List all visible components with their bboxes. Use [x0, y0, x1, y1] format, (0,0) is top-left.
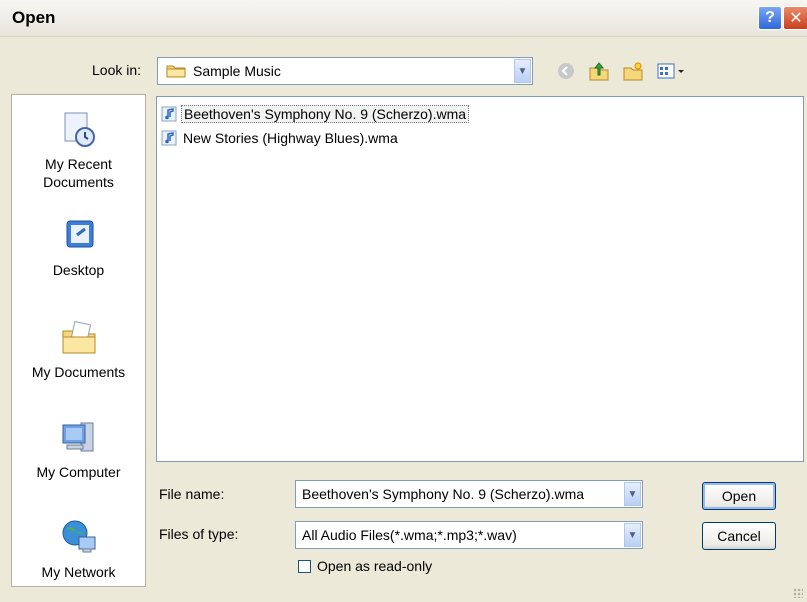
place-label: My Network — [41, 564, 116, 580]
close-button[interactable]: ✕ — [783, 6, 807, 30]
desktop-icon — [66, 220, 93, 248]
window-title: Open — [12, 8, 56, 27]
my-documents-icon — [62, 320, 95, 354]
place-label: My Computer — [36, 464, 121, 480]
up-folder-icon — [589, 62, 609, 81]
file-name-dropdown-button[interactable]: ▼ — [624, 482, 641, 506]
open-read-only-option[interactable]: Open as read-only — [298, 558, 432, 574]
file-list[interactable]: Beethoven's Symphony No. 9 (Scherzo).wma… — [156, 96, 804, 462]
list-item[interactable]: New Stories (Highway Blues).wma — [161, 128, 400, 148]
back-icon — [558, 63, 574, 79]
new-folder-icon — [623, 62, 643, 81]
file-name-combobox[interactable]: Beethoven's Symphony No. 9 (Scherzo).wma… — [295, 480, 643, 508]
help-button[interactable]: ? — [758, 6, 782, 30]
chevron-down-icon: ▼ — [517, 65, 528, 77]
audio-file-icon — [161, 106, 177, 122]
close-icon: ✕ — [789, 10, 803, 27]
audio-file-icon — [161, 130, 177, 146]
files-of-type-dropdown[interactable]: All Audio Files(*.wma;*.mp3;*.wav) ▼ — [295, 521, 643, 549]
place-label-line2: Documents — [43, 174, 114, 190]
my-computer-icon — [62, 422, 93, 452]
chevron-down-icon: ▼ — [627, 529, 638, 541]
files-of-type-value: All Audio Files(*.wma;*.mp3;*.wav) — [302, 527, 517, 543]
folder-icon — [166, 65, 186, 78]
open-read-only-checkbox[interactable] — [298, 559, 311, 573]
place-my-computer[interactable]: My Computer — [12, 417, 145, 481]
title-bar: Open ? ✕ — [0, 0, 807, 37]
open-read-only-label: Open as read-only — [317, 558, 433, 574]
file-name: Beethoven's Symphony No. 9 (Scherzo).wma — [181, 105, 470, 123]
my-network-icon — [62, 520, 95, 553]
place-label: Desktop — [52, 262, 105, 278]
place-label: My Documents — [31, 364, 126, 380]
views-menu-button[interactable] — [656, 60, 688, 82]
views-menu-icon — [657, 63, 684, 79]
place-label: My Recent — [45, 156, 112, 172]
list-item[interactable]: Beethoven's Symphony No. 9 (Scherzo).wma — [161, 104, 470, 124]
place-desktop[interactable]: Desktop — [12, 215, 145, 279]
up-folder-button[interactable] — [588, 60, 610, 82]
files-of-type-label: Files of type: — [159, 526, 239, 542]
resize-grip[interactable] — [793, 588, 803, 598]
file-name: New Stories (Highway Blues).wma — [183, 130, 398, 146]
lookin-value: Sample Music — [193, 63, 281, 79]
cancel-button[interactable]: Cancel — [702, 522, 776, 550]
file-name-label: File name: — [159, 486, 225, 502]
file-name-value: Beethoven's Symphony No. 9 (Scherzo).wma — [302, 486, 585, 502]
help-icon: ? — [765, 9, 775, 26]
recent-documents-icon — [64, 112, 95, 147]
lookin-dropdown-button[interactable]: ▼ — [514, 59, 531, 83]
open-button[interactable]: Open — [702, 482, 776, 510]
new-folder-button[interactable] — [622, 60, 644, 82]
place-my-network[interactable]: My Network — [12, 517, 145, 581]
lookin-dropdown[interactable]: Sample Music ▼ — [157, 57, 533, 85]
places-bar: My Recent Documents Desktop My Documents… — [11, 94, 146, 587]
place-my-recent-documents[interactable]: My Recent Documents — [12, 109, 145, 191]
files-of-type-dropdown-button[interactable]: ▼ — [624, 523, 641, 547]
place-my-documents[interactable]: My Documents — [12, 317, 145, 381]
chevron-down-icon: ▼ — [627, 488, 638, 500]
back-button[interactable] — [555, 60, 577, 82]
lookin-label: Look in: — [92, 62, 142, 78]
